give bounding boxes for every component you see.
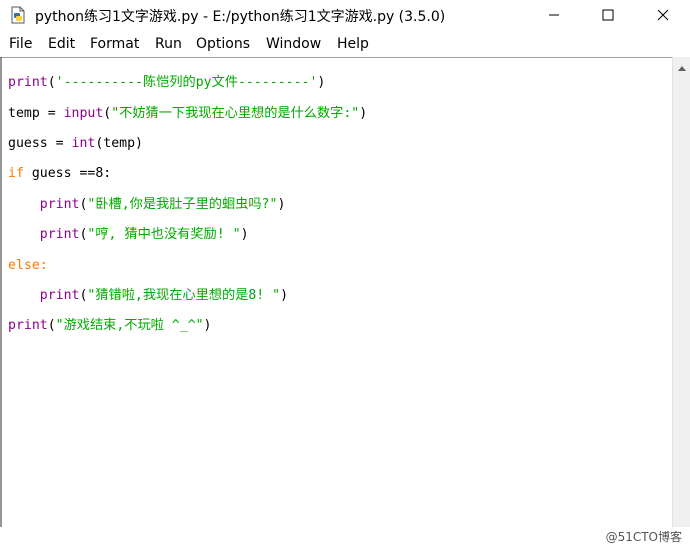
paren: ) <box>203 318 212 334</box>
vertical-scrollbar[interactable] <box>672 57 690 527</box>
code-line: print("游戏结束,不玩啦 ^_^") <box>8 318 367 333</box>
builtin-token: print <box>39 288 80 304</box>
string-token: "卧槽,你是我肚子里的蛔虫吗?" <box>87 196 278 212</box>
code-editor[interactable]: print('----------陈恺列的py文件---------') tem… <box>0 57 672 528</box>
code-text[interactable]: print('----------陈恺列的py文件---------') tem… <box>8 60 367 364</box>
minimize-button[interactable] <box>531 0 577 30</box>
menu-edit[interactable]: Edit <box>48 36 75 52</box>
builtin-token: input <box>63 105 104 121</box>
string-token: '----------陈恺列的py文件---------' <box>55 75 318 91</box>
paren: ) <box>277 196 286 212</box>
code-token: temp = <box>8 105 64 121</box>
keyword-token: else: <box>8 257 48 273</box>
code-line: print("卧槽,你是我肚子里的蛔虫吗?") <box>8 197 367 212</box>
builtin-token: print <box>39 196 80 212</box>
builtin-token: print <box>39 227 80 243</box>
close-icon <box>657 6 669 25</box>
paren: ) <box>280 288 289 304</box>
title-bar: python练习1文字游戏.py - E:/python练习1文字游戏.py (… <box>0 0 690 30</box>
watermark: @51CTO博客 <box>605 530 682 544</box>
string-token: "猜错啦,我现在心里想的是8! " <box>87 288 281 304</box>
menu-options[interactable]: Options <box>196 36 250 52</box>
builtin-token: print <box>8 318 48 334</box>
code-line: print('----------陈恺列的py文件---------') <box>8 75 367 90</box>
menu-window[interactable]: Window <box>266 36 321 52</box>
close-button[interactable] <box>640 0 686 30</box>
menu-file[interactable]: File <box>9 36 32 52</box>
paren: ) <box>317 75 326 91</box>
code-line: if guess ==8: <box>8 166 367 181</box>
maximize-icon <box>602 6 614 25</box>
paren: ( <box>47 318 56 334</box>
menu-run[interactable]: Run <box>155 36 182 52</box>
chevron-up-icon <box>678 56 686 75</box>
paren: ( <box>47 75 56 91</box>
status-area: @51CTO博客 <box>0 527 690 549</box>
scroll-up-button[interactable] <box>673 57 690 73</box>
code-token: (temp) <box>95 136 143 152</box>
code-line: else: <box>8 258 367 273</box>
paren: ) <box>240 227 249 243</box>
code-line: guess = int(temp) <box>8 136 367 151</box>
menu-help[interactable]: Help <box>337 36 369 52</box>
keyword-token: if <box>8 166 24 182</box>
code-line: temp = input("不妨猜一下我现在心里想的是什么数字:") <box>8 106 367 121</box>
builtin-token: int <box>71 136 96 152</box>
python-file-icon <box>9 6 27 24</box>
window-left-edge <box>0 57 2 527</box>
code-line: print("猜错啦,我现在心里想的是8! ") <box>8 288 367 303</box>
builtin-token: print <box>8 75 48 91</box>
string-token: "哼, 猜中也没有奖励! " <box>87 227 241 243</box>
code-token: guess ==8: <box>23 166 112 182</box>
code-line: print("哼, 猜中也没有奖励! ") <box>8 227 367 242</box>
code-token: guess = <box>8 136 72 152</box>
minimize-icon <box>548 6 560 25</box>
paren: ) <box>359 105 368 121</box>
maximize-button[interactable] <box>585 0 631 30</box>
string-token: "游戏结束,不玩啦 ^_^" <box>55 318 204 334</box>
string-token: "不妨猜一下我现在心里想的是什么数字:" <box>111 105 360 121</box>
menu-bar: File Edit Format Run Options Window Help <box>0 30 690 57</box>
menu-format[interactable]: Format <box>90 36 139 52</box>
window-title: python练习1文字游戏.py - E:/python练习1文字游戏.py (… <box>35 9 446 25</box>
